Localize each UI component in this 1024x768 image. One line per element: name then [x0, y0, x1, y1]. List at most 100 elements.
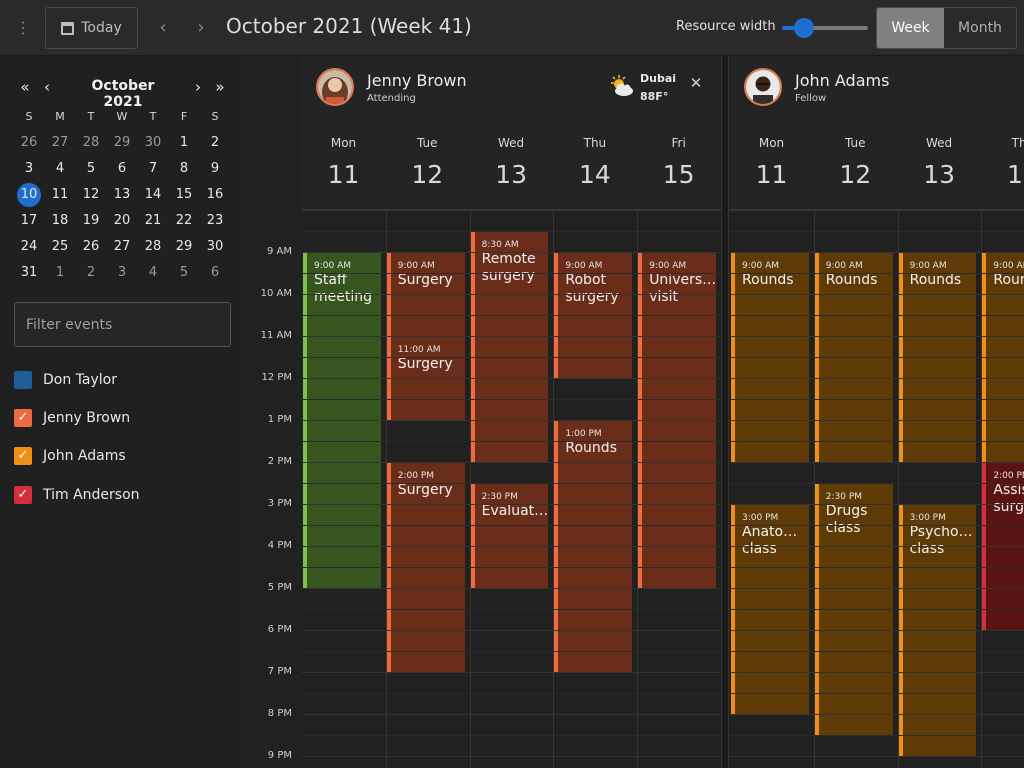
calendar-day[interactable]: 30 [200, 235, 230, 259]
week-view-button[interactable]: Week [877, 8, 944, 48]
resource-filter-item[interactable]: Don Taylor [14, 370, 117, 390]
next-month-icon[interactable]: › [191, 78, 205, 96]
event-block[interactable]: 8:30 AM Remote surgery [470, 231, 549, 462]
grid-line [302, 210, 1024, 211]
previous-year-icon[interactable]: « [18, 78, 32, 96]
resource-filter-item[interactable]: ✓ John Adams [14, 446, 126, 466]
calendar-day[interactable]: 14 [138, 183, 168, 207]
calendar-day[interactable]: 26 [76, 235, 106, 259]
next-year-icon[interactable]: » [213, 78, 227, 96]
calendar-day[interactable]: 2 [76, 261, 106, 285]
slider-thumb[interactable] [793, 18, 814, 38]
calendar-day[interactable]: 22 [169, 209, 199, 233]
time-label: 12 PM [261, 372, 292, 383]
day-header[interactable]: Wed 13 [898, 136, 981, 189]
calendar-day[interactable]: 13 [107, 183, 137, 207]
day-number: 12 [411, 160, 444, 189]
calendar-day[interactable]: 23 [200, 209, 230, 233]
event-time: 9:00 AM [649, 261, 687, 271]
day-number: 1 [179, 135, 189, 150]
resource-name: John Adams [795, 71, 890, 90]
calendar-day[interactable]: 5 [169, 261, 199, 285]
month-view-button[interactable]: Month [944, 8, 1016, 48]
filter-events-input[interactable] [15, 303, 230, 346]
day-header[interactable]: Thu 14 [553, 136, 636, 189]
day-header[interactable]: Fri 15 [637, 136, 720, 189]
calendar-day[interactable]: 16 [200, 183, 230, 207]
calendar-day[interactable]: 4 [138, 261, 168, 285]
previous-period-icon[interactable]: ‹ [153, 14, 173, 42]
time-label: 1 PM [267, 414, 292, 425]
calendar-day[interactable]: 21 [138, 209, 168, 233]
resource-filter-item[interactable]: ✓ Jenny Brown [14, 408, 130, 428]
day-header[interactable]: Mon 11 [302, 136, 385, 189]
calendar-day[interactable]: 19 [76, 209, 106, 233]
resource-checkbox[interactable]: ✓ [14, 486, 32, 504]
calendar-day[interactable]: 29 [169, 235, 199, 259]
calendar-day[interactable]: 30 [138, 131, 168, 155]
calendar-day[interactable]: 24 [14, 235, 44, 259]
calendar-day[interactable]: 3 [107, 261, 137, 285]
next-period-icon[interactable]: › [191, 14, 211, 42]
calendar-day[interactable]: 11 [45, 183, 75, 207]
calendar-day[interactable]: 9 [200, 157, 230, 181]
resource-filter-item[interactable]: ✓ Tim Anderson [14, 485, 140, 505]
grid-line [302, 609, 1024, 610]
event-time: 9:00 AM [397, 261, 435, 271]
day-number: 7 [148, 161, 158, 176]
grid-line [302, 567, 1024, 568]
selected-day[interactable]: 10 [14, 183, 44, 207]
calendar-day[interactable]: 6 [200, 261, 230, 285]
calendar-day[interactable]: 29 [107, 131, 137, 155]
calendar-day[interactable]: 18 [45, 209, 75, 233]
resource-checkbox[interactable]: ✓ [14, 447, 32, 465]
day-header[interactable]: Thu 14 [981, 136, 1024, 189]
calendar-day[interactable]: 17 [14, 209, 44, 233]
grid-line [302, 420, 1024, 421]
resource-header: Jenny Brown Attending Dubai 88F° ✕ Mon 11 Tue 12… [302, 56, 721, 210]
previous-month-icon[interactable]: ‹ [40, 78, 54, 96]
calendar-day[interactable]: 4 [45, 157, 75, 181]
resource-role: Attending [367, 93, 416, 104]
day-header[interactable]: Mon 11 [730, 136, 813, 189]
calendar-day[interactable]: 28 [138, 235, 168, 259]
day-header[interactable]: Wed 13 [470, 136, 553, 189]
calendar-day[interactable]: 2 [200, 131, 230, 155]
calendar-day[interactable]: 27 [45, 131, 75, 155]
event-title: Roun [993, 272, 1024, 288]
resource-width-slider[interactable] [782, 18, 868, 38]
resource-checkbox[interactable] [14, 371, 32, 389]
calendar-day[interactable]: 31 [14, 261, 44, 285]
event-title: Surgery [397, 272, 453, 288]
filter-events-field[interactable] [14, 302, 231, 347]
event-title: Psycho… class [909, 524, 973, 557]
calendar-day[interactable]: 8 [169, 157, 199, 181]
weekday-header: F [180, 110, 188, 123]
calendar-day[interactable]: 28 [76, 131, 106, 155]
close-icon[interactable]: ✕ [689, 74, 703, 92]
more-options-icon[interactable]: ⋮ [14, 14, 32, 42]
calendar-day[interactable]: 3 [14, 157, 44, 181]
day-header[interactable]: Tue 12 [386, 136, 469, 189]
calendar-day[interactable]: 15 [169, 183, 199, 207]
resource-checkbox[interactable]: ✓ [14, 409, 32, 427]
grid-line [302, 441, 1024, 442]
calendar-day[interactable]: 6 [107, 157, 137, 181]
event-block[interactable]: 2:30 PM Evaluat… [470, 483, 549, 588]
calendar-day[interactable]: 25 [45, 235, 75, 259]
day-header[interactable]: Tue 12 [814, 136, 897, 189]
today-button-label: Today [81, 20, 122, 36]
calendar-day[interactable]: 26 [14, 131, 44, 155]
today-button[interactable]: Today [45, 7, 138, 49]
calendar-day[interactable]: 20 [107, 209, 137, 233]
event-time: 2:00 PM [397, 471, 435, 481]
calendar-day[interactable]: 7 [138, 157, 168, 181]
calendar-day[interactable]: 12 [76, 183, 106, 207]
calendar-day[interactable]: 5 [76, 157, 106, 181]
event-title: Evaluat… [481, 503, 549, 519]
resource-width-label: Resource width [676, 19, 776, 34]
calendar-day[interactable]: 27 [107, 235, 137, 259]
calendar-day[interactable]: 1 [45, 261, 75, 285]
calendar-day[interactable]: 1 [169, 131, 199, 155]
event-title: Surgery [397, 356, 453, 372]
